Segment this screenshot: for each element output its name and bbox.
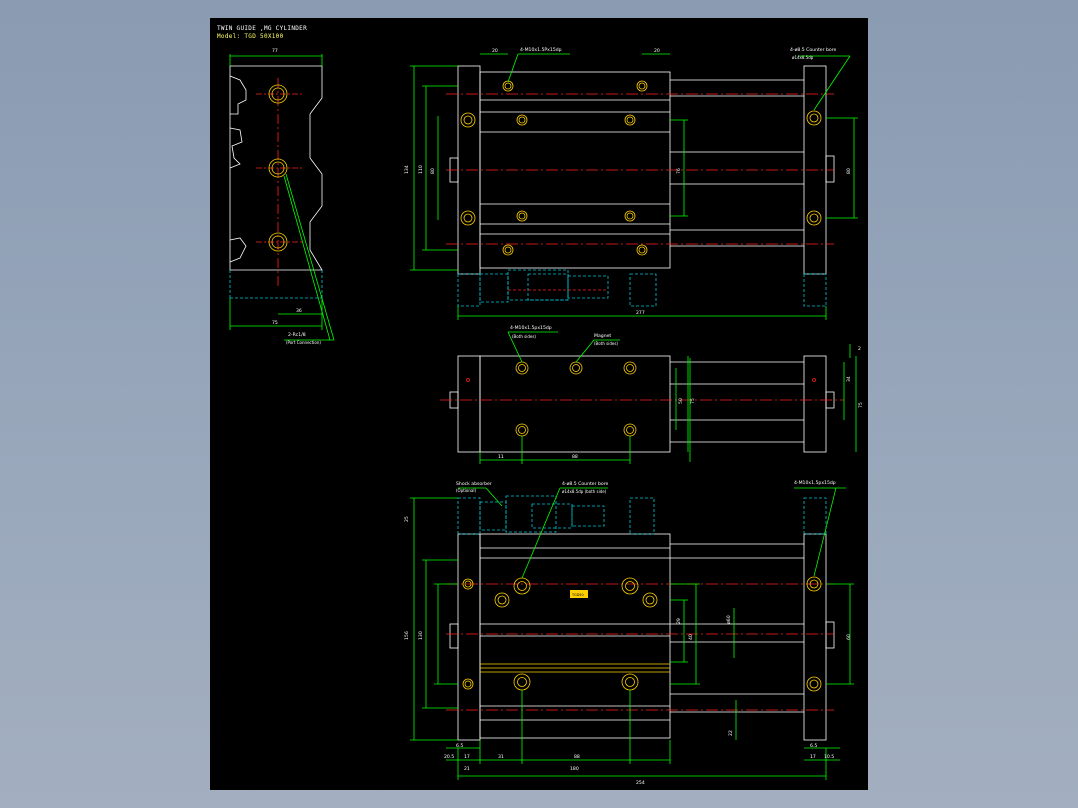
dim-front-g: ø60 [726,615,732,624]
dim-front-o: 88 [574,754,580,760]
dim-end-offset: 36 [296,308,302,314]
plan-callout-right: 4-ø8.5 Counter bore [790,47,836,53]
dim-front-a: 25 [404,516,410,522]
dim-plan-f: 76 [676,168,682,174]
plan-view [410,53,858,320]
dim-front-n: 31 [498,754,504,760]
drawing-title: TWIN GUIDE ,MG CYLINDER Model: TGD 50X10… [217,25,307,41]
dim-front-t: 254 [636,780,645,786]
dim-end-width: 77 [272,48,278,54]
side-callout-magnet-sub: (Both sides) [594,341,618,346]
dim-front-f: 40 [688,634,694,640]
plan-callout-right-sub: ø14x8.5dp [792,55,814,60]
dim-front-b: 156 [404,631,410,640]
end-port-callout-sub: (Port Connection) [286,340,321,345]
front-callout-right: 4-M10x1.5px15dp [794,480,836,486]
front-callout-mid: 4-ø8.5 Counter bore [562,481,608,487]
dim-plan-b: 20 [654,48,660,54]
dim-plan-a: 20 [492,48,498,54]
front-model-label: TGD50 [571,593,584,597]
dim-plan-c: 134 [404,165,410,174]
dim-plan-e: 80 [430,168,436,174]
end-port-callout: 2-Rc1/8 [288,332,306,338]
dim-plan-g: 80 [846,168,852,174]
dim-plan-d: 110 [418,165,424,174]
dim-end-bottom: 75 [272,320,278,326]
dim-side-e-inner: 75 [690,398,696,404]
side-callout-magnet: Magnet [594,333,611,339]
dim-front-p: 180 [570,766,579,772]
dim-side-d: 34 [846,376,852,382]
side-callout-left-sub: (Both sides) [512,334,536,339]
dim-front-e: 29 [676,618,682,624]
dim-front-q: 17 [810,754,816,760]
title-line-2: Model: TGD 50X100 [217,33,284,40]
dim-side-c: 50 [678,398,684,404]
dim-side-f: 2 [858,346,861,352]
front-callout-left: Shock absorber [456,481,492,487]
dim-front-l: 20.5 [444,754,454,760]
dim-front-h: 60 [846,634,852,640]
side-callout-left: 4-M10x1.5px15dp [510,325,552,331]
plan-callout-left: 4-M10x1.5Px15dp [520,47,562,53]
dim-side-b: 88 [572,454,578,460]
dim-front-i: 22 [728,730,734,736]
dim-front-k: 17 [464,754,470,760]
dim-front-j: 6.5 [456,743,463,749]
dim-side-a: 11 [498,454,504,460]
front-callout-left-sub: (Optional) [456,488,476,493]
cad-drawing: 77 75 36 2-Rc1/8 (Port Connection) 20 20… [229,47,864,786]
end-view [229,54,335,341]
front-view [410,487,854,780]
dim-side-e: 75 [858,402,864,408]
side-view [440,331,857,464]
front-callout-mid-sub: ø14x8.5dp (both side) [562,489,607,494]
dim-front-r: 10.5 [824,754,834,760]
dim-front-c: 130 [418,631,424,640]
drawing-sheet: 77 75 36 2-Rc1/8 (Port Connection) 20 20… [210,18,868,790]
dim-front-m: 21 [464,766,470,772]
dim-plan-h: 277 [636,310,645,316]
dim-front-s: 6.5 [810,743,817,749]
title-line-1: TWIN GUIDE ,MG CYLINDER [217,25,307,32]
